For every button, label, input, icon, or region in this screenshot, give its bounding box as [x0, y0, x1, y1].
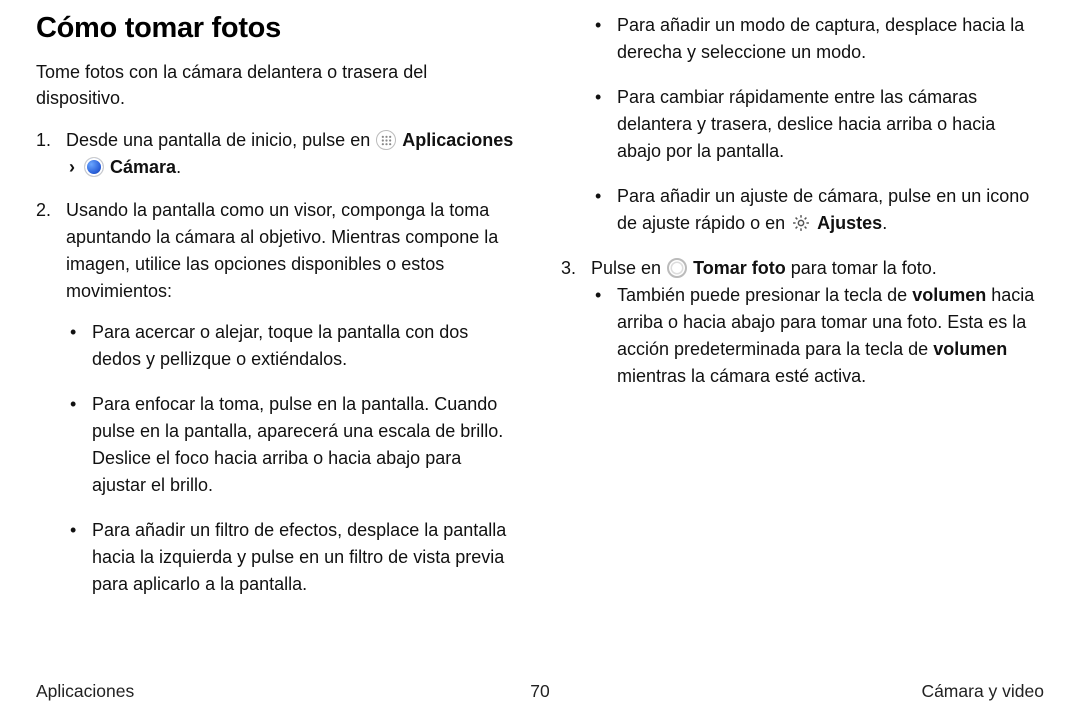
- step3-sub: También puede presionar la tecla de volu…: [591, 282, 1044, 390]
- settings-label: Ajustes: [817, 213, 882, 233]
- shutter-icon: [667, 258, 687, 278]
- gear-icon: [791, 213, 811, 233]
- step1-post: .: [176, 157, 181, 177]
- step3-sub-pre: También puede presionar la tecla de: [617, 285, 912, 305]
- step2-text: Usando la pantalla como un visor, compon…: [66, 200, 498, 301]
- page-footer: Aplicaciones 70 Cámara y video: [36, 681, 1044, 702]
- list-item: Para acercar o alejar, toque la pantalla…: [66, 319, 519, 373]
- step2-bullets-left: Para acercar o alejar, toque la pantalla…: [66, 319, 519, 598]
- step-2: Usando la pantalla como un visor, compon…: [36, 197, 519, 598]
- step-1: Desde una pantalla de inicio, pulse en A…: [36, 127, 519, 181]
- apps-label: Aplicaciones: [402, 130, 513, 150]
- step-3-list: Pulse en Tomar foto para tomar la foto. …: [561, 255, 1044, 390]
- intro-text: Tome fotos con la cámara delantera o tra…: [36, 59, 519, 111]
- step-3: Pulse en Tomar foto para tomar la foto. …: [561, 255, 1044, 390]
- settings-bullet-post: .: [882, 213, 887, 233]
- list-item: Para enfocar la toma, pulse en la pantal…: [66, 391, 519, 499]
- camera-icon: [84, 157, 104, 177]
- step3-sub-end: mientras la cámara esté activa.: [617, 366, 866, 386]
- step3-pre: Pulse en: [591, 258, 666, 278]
- volume-label-2: volumen: [933, 339, 1007, 359]
- steps-list: Desde una pantalla de inicio, pulse en A…: [36, 127, 519, 598]
- footer-left: Aplicaciones: [36, 681, 134, 702]
- list-item: Para añadir un modo de captura, desplace…: [591, 12, 1044, 66]
- step3-post: para tomar la foto.: [786, 258, 937, 278]
- page-title: Cómo tomar fotos: [36, 12, 519, 45]
- apps-icon: [376, 130, 396, 150]
- list-item: También puede presionar la tecla de volu…: [591, 282, 1044, 390]
- footer-right: Cámara y video: [921, 681, 1044, 702]
- step1-pre: Desde una pantalla de inicio, pulse en: [66, 130, 375, 150]
- list-item: Para añadir un filtro de efectos, despla…: [66, 517, 519, 598]
- step2-bullets-right: Para añadir un modo de captura, desplace…: [561, 12, 1044, 237]
- list-item: Para añadir un ajuste de cámara, pulse e…: [591, 183, 1044, 237]
- page-number: 70: [530, 681, 549, 702]
- camera-label: Cámara: [110, 157, 176, 177]
- chevron-right-icon: ›: [69, 157, 75, 177]
- list-item: Para cambiar rápidamente entre las cámar…: [591, 84, 1044, 165]
- volume-label-1: volumen: [912, 285, 986, 305]
- take-photo-label: Tomar foto: [693, 258, 786, 278]
